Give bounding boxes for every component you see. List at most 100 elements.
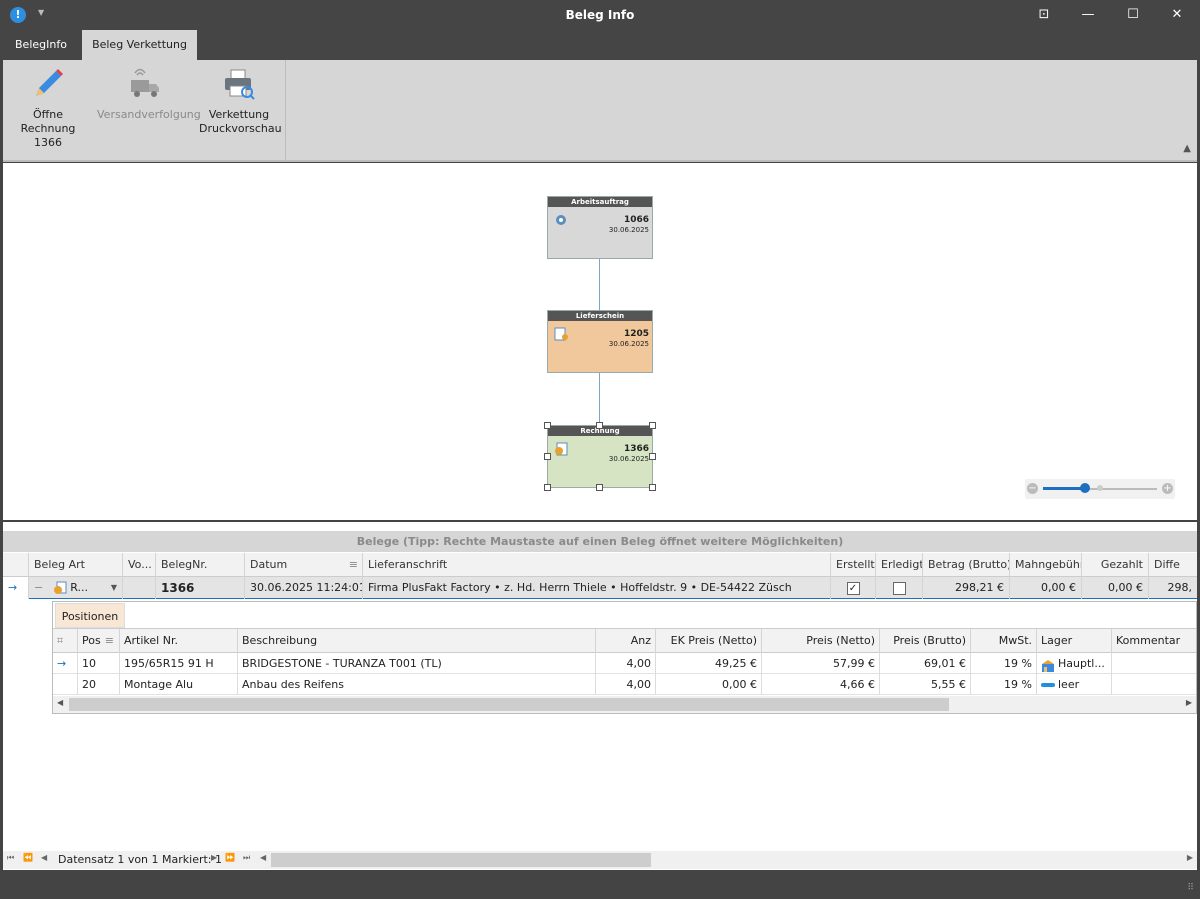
cell-preis-netto[interactable]: 4,66 € [762,674,880,695]
selection-handle[interactable] [544,453,551,460]
column-header-erstellt[interactable]: Erstellt [831,553,876,577]
column-header-vo[interactable]: Vo... [123,553,156,577]
column-header-datum[interactable]: Datum ≡ [245,553,363,577]
next-page-icon[interactable]: ⏩ [225,853,235,862]
table-row[interactable]: 20 Montage Alu Anbau des Reifens 4,00 0,… [53,674,1196,695]
column-header-preis-brutto[interactable]: Preis (Brutto) [880,629,971,653]
scroll-left-icon[interactable]: ◀ [260,853,266,862]
cell-betrag[interactable]: 298,21 € [923,577,1010,599]
selection-handle[interactable] [544,422,551,429]
tab-beleg-verkettung[interactable]: Beleg Verkettung [82,30,197,60]
cell-kommentar[interactable] [1112,674,1196,695]
minimize-button[interactable]: — [1073,4,1103,26]
diagram-node-arbeitsauftrag[interactable]: Arbeitsauftrag 1066 30.06.2025 [547,196,653,259]
cell-mwst[interactable]: 19 % [971,653,1037,674]
column-header-ek-preis[interactable]: EK Preis (Netto) [656,629,762,653]
cell-beschreibung[interactable]: Anbau des Reifens [238,674,596,695]
zoom-slider[interactable]: − + [1025,479,1175,499]
chain-print-preview-button[interactable]: Verkettung Druckvorschau [199,66,282,136]
erledigt-checkbox[interactable] [892,581,906,595]
cell-anz[interactable]: 4,00 [596,674,656,695]
column-header-mwst[interactable]: MwSt. [971,629,1037,653]
column-header-belegnr[interactable]: BelegNr. [156,553,245,577]
cell-datum[interactable]: 30.06.2025 11:24:01 [245,577,363,599]
column-header-anz[interactable]: Anz [596,629,656,653]
diagram-node-lieferschein[interactable]: Lieferschein 1205 30.06.2025 [547,310,653,373]
scrollbar-thumb[interactable] [69,698,949,711]
selection-handle[interactable] [596,422,603,429]
selection-handle[interactable] [544,484,551,491]
shipment-tracking-button[interactable]: Versandverfolgung [97,66,201,122]
cell-lager[interactable]: Hauptl... [1037,653,1112,674]
cell-anz[interactable]: 4,00 [596,653,656,674]
table-row[interactable]: → − R... ▼ 1366 30.06.2025 11:24:01 Firm… [3,577,1197,599]
resize-grip-icon[interactable]: ⠿ [1187,883,1194,893]
next-record-icon[interactable]: ▶ [211,853,217,862]
cell-artikel[interactable]: Montage Alu [120,674,238,695]
selection-handle[interactable] [649,484,656,491]
column-header-betrag[interactable]: Betrag (Brutto) [923,553,1010,577]
prev-record-icon[interactable]: ◀ [41,853,47,862]
cell-lager[interactable]: leer [1037,674,1112,695]
cell-beschreibung[interactable]: BRIDGESTONE - TURANZA T001 (TL) [238,653,596,674]
table-row[interactable]: → 10 195/65R15 91 H BRIDGESTONE - TURANZ… [53,653,1196,674]
column-header-diff[interactable]: Diffe [1149,553,1197,577]
column-header-gezahlt[interactable]: Gezahlt [1082,553,1149,577]
collapse-ribbon-icon[interactable]: ▲ [1183,143,1191,154]
column-header-erledigt[interactable]: Erledigt [876,553,923,577]
cell-kommentar[interactable] [1112,653,1196,674]
main-scrollbar-thumb[interactable] [271,853,651,867]
cell-preis-brutto[interactable]: 5,55 € [880,674,971,695]
cell-diff[interactable]: 298, [1149,577,1197,599]
tab-positionen[interactable]: Positionen [55,603,125,628]
column-chooser-icon[interactable]: ⌗ [53,629,78,653]
erstellt-checkbox[interactable]: ✓ [846,581,860,595]
cell-beleg-art[interactable]: − R... ▼ [29,577,123,599]
cell-preis-brutto[interactable]: 69,01 € [880,653,971,674]
cell-ek-preis[interactable]: 49,25 € [656,653,762,674]
diagram-node-rechnung[interactable]: Rechnung 1366 30.06.2025 [547,425,653,488]
chain-diagram[interactable]: Arbeitsauftrag 1066 30.06.2025 Liefersch… [3,163,1197,520]
scroll-right-icon[interactable]: ▶ [1186,698,1192,707]
selection-handle[interactable] [649,422,656,429]
scroll-right-icon[interactable]: ▶ [1187,853,1193,862]
column-header-lieferanschrift[interactable]: Lieferanschrift [363,553,831,577]
cell-ek-preis[interactable]: 0,00 € [656,674,762,695]
last-record-icon[interactable]: ⏭ [243,853,250,863]
first-record-icon[interactable]: ⏮ [7,853,14,863]
zoom-thumb[interactable] [1080,483,1090,493]
column-header-kommentar[interactable]: Kommentar [1112,629,1196,653]
restore-layout-button[interactable]: ⊡ [1029,4,1059,26]
column-header-preis-netto[interactable]: Preis (Netto) [762,629,880,653]
cell-pos[interactable]: 10 [78,653,120,674]
prev-page-icon[interactable]: ⏪ [23,853,33,862]
detail-horizontal-scrollbar[interactable]: ◀ ▶ [53,696,1196,713]
cell-erledigt[interactable] [876,577,923,599]
cell-gezahlt[interactable]: 0,00 € [1082,577,1149,599]
scroll-left-icon[interactable]: ◀ [57,698,63,707]
cell-belegnr[interactable]: 1366 [156,577,245,599]
zoom-out-icon[interactable]: − [1027,483,1038,494]
dropdown-chevron-icon[interactable]: ▼ [111,577,117,599]
column-header-pos[interactable]: Pos ≡ [78,629,120,653]
cell-mahngebuehr[interactable]: 0,00 € [1010,577,1082,599]
open-invoice-button[interactable]: Öffne Rechnung 1366 [7,66,89,150]
cell-mwst[interactable]: 19 % [971,674,1037,695]
column-header-lager[interactable]: Lager [1037,629,1112,653]
zoom-in-icon[interactable]: + [1162,483,1173,494]
column-header-beschreibung[interactable]: Beschreibung [238,629,596,653]
cell-pos[interactable]: 20 [78,674,120,695]
column-header-artikel[interactable]: Artikel Nr. [120,629,238,653]
selection-handle[interactable] [596,484,603,491]
cell-lieferanschrift[interactable]: Firma PlusFakt Factory • z. Hd. Herrn Th… [363,577,831,599]
close-button[interactable]: ✕ [1162,4,1192,26]
cell-vo[interactable] [123,577,156,599]
selection-handle[interactable] [649,453,656,460]
tab-beleginfo[interactable]: BelegInfo [6,30,76,60]
column-header-beleg-art[interactable]: Beleg Art [29,553,123,577]
maximize-button[interactable]: ☐ [1118,4,1148,26]
cell-artikel[interactable]: 195/65R15 91 H [120,653,238,674]
column-header-mahngebuehr[interactable]: Mahngebühr [1010,553,1082,577]
cell-erstellt[interactable]: ✓ [831,577,876,599]
cell-preis-netto[interactable]: 57,99 € [762,653,880,674]
